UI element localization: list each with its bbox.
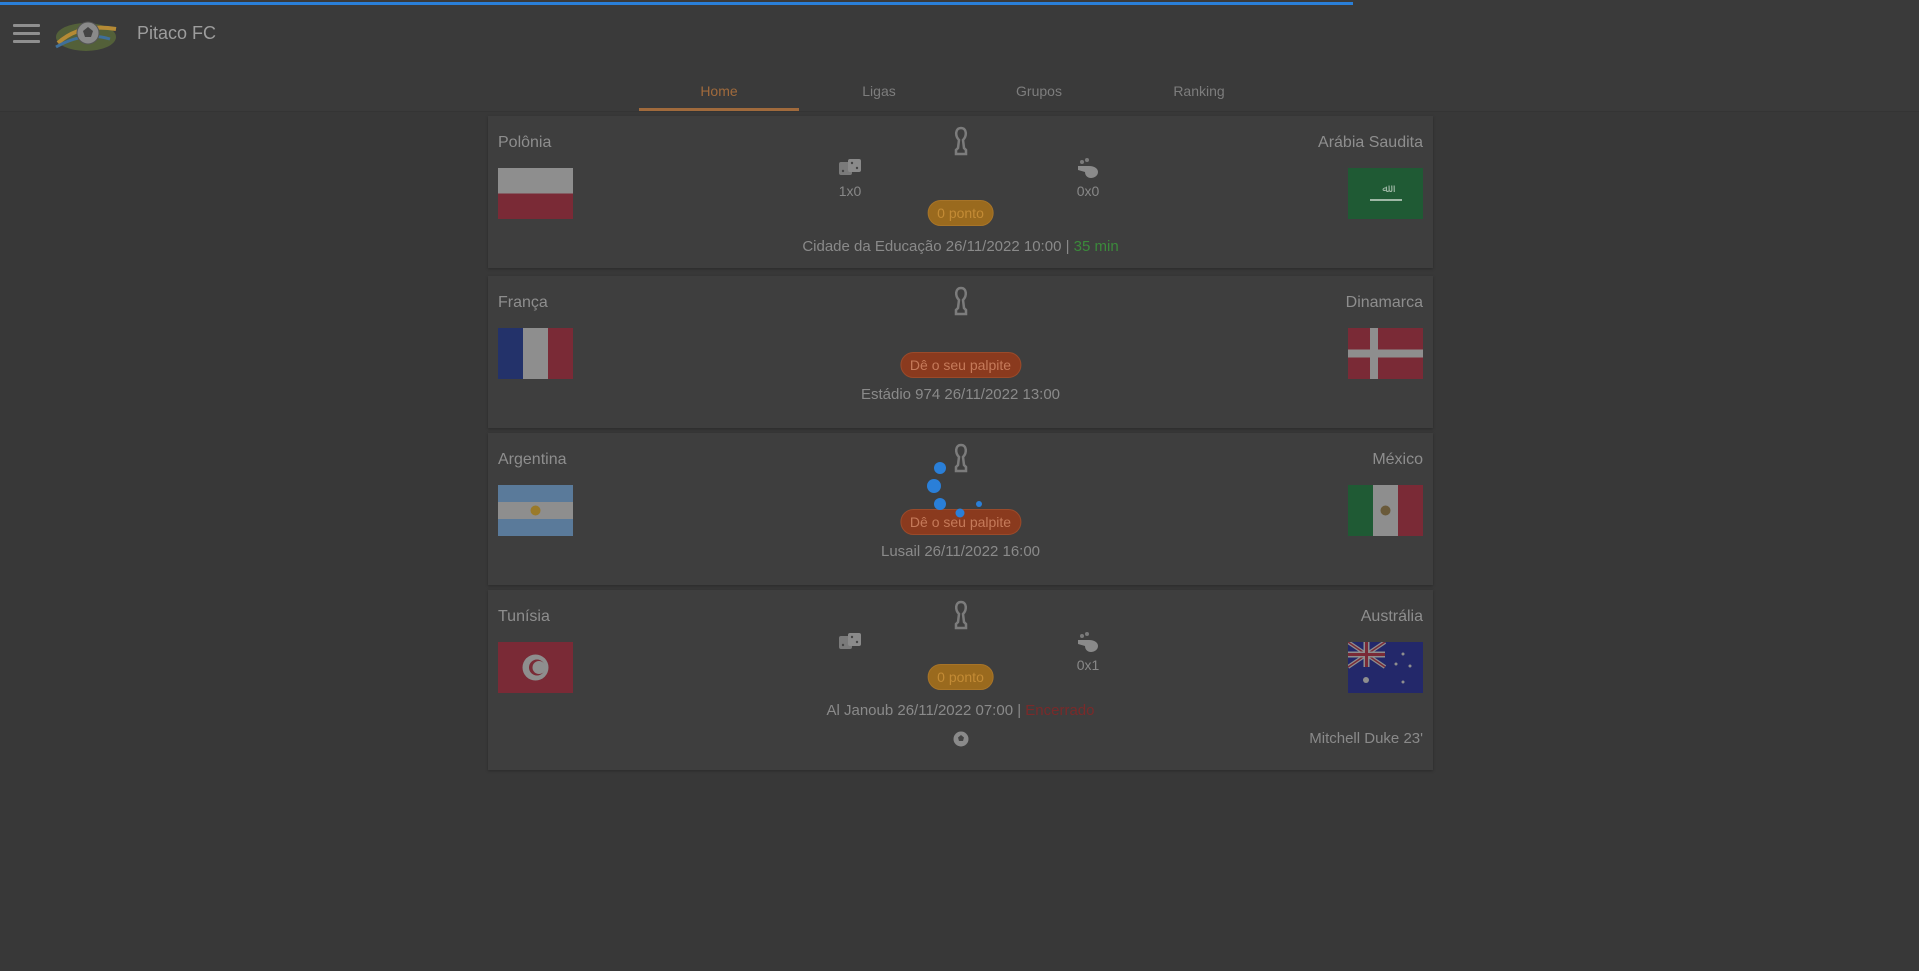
- tab-grupos[interactable]: Grupos: [959, 64, 1119, 111]
- whistle-icon: [1078, 158, 1098, 178]
- tab-ligas[interactable]: Ligas: [799, 64, 959, 111]
- main-tabs: Home Ligas Grupos Ranking: [639, 64, 1279, 111]
- match-status-live: 35 min: [1073, 238, 1119, 255]
- app-title: Pitaco FC: [137, 23, 217, 43]
- soccer-ball-icon: [953, 731, 969, 747]
- user-guess: 1x0: [820, 156, 880, 199]
- group-guess: 0x0: [1058, 156, 1118, 199]
- france-flag-icon: [498, 328, 573, 379]
- away-team-name: México: [1372, 451, 1423, 468]
- home-team-name: Tunísia: [498, 608, 550, 625]
- info-separator: |: [1013, 702, 1026, 719]
- user-guess: [820, 630, 880, 654]
- argentina-flag-icon: [498, 485, 573, 536]
- goal-scorer: Mitchell Duke 23': [1309, 730, 1423, 747]
- dice-icon: [839, 159, 861, 175]
- world-cup-trophy-icon: [954, 600, 968, 630]
- mexico-flag-icon: [1348, 485, 1423, 536]
- loading-spinner-icon: [927, 462, 982, 518]
- world-cup-trophy-icon: [954, 286, 968, 316]
- app-header: Pitaco FC Home Ligas Grupos Ranking: [0, 5, 1919, 112]
- group-guess-score: 0x0: [1076, 183, 1100, 199]
- user-guess-score: 1x0: [838, 183, 862, 199]
- hamburger-menu-icon[interactable]: [13, 24, 40, 46]
- home-team-name: França: [498, 294, 548, 311]
- venue-time: Al Janoub 26/11/2022 07:00: [826, 702, 1014, 719]
- tab-home[interactable]: Home: [639, 64, 799, 111]
- tunisia-flag-icon: [498, 642, 573, 693]
- tab-ranking[interactable]: Ranking: [1119, 64, 1279, 111]
- pitaco-logo-icon[interactable]: [50, 13, 122, 57]
- poland-flag-icon: [498, 168, 573, 219]
- match-card[interactable]: Tunísia Austrália 0x1 0 ponto Al Janoub …: [488, 590, 1433, 770]
- venue-time: Lusail 26/11/2022 16:00: [880, 543, 1041, 560]
- away-team-name: Austrália: [1360, 608, 1423, 625]
- venue-time: Estádio 974 26/11/2022 13:00: [860, 386, 1061, 403]
- whistle-icon: [1078, 632, 1098, 652]
- match-info: Estádio 974 26/11/2022 13:00: [488, 386, 1433, 403]
- make-guess-button[interactable]: Dê o seu palpite: [899, 352, 1022, 378]
- group-guess: 0x1: [1058, 630, 1118, 673]
- match-list: Polônia Arábia Saudita ﷲ 1x0 0x0 0 ponto…: [0, 112, 1919, 971]
- home-team-name: Argentina: [498, 451, 567, 468]
- away-team-name: Arábia Saudita: [1318, 134, 1423, 151]
- away-team-name: Dinamarca: [1345, 294, 1423, 311]
- match-info: Al Janoub 26/11/2022 07:00 | Encerrado: [488, 702, 1433, 719]
- group-guess-score: 0x1: [1076, 657, 1100, 673]
- home-team-name: Polônia: [498, 134, 552, 151]
- points-badge[interactable]: 0 ponto: [927, 664, 994, 690]
- match-status-ended: Encerrado: [1025, 702, 1095, 719]
- info-separator: |: [1061, 238, 1074, 255]
- dice-icon: [839, 633, 861, 649]
- denmark-flag-icon: [1348, 328, 1423, 379]
- saudi-arabia-flag-icon: ﷲ: [1348, 168, 1423, 219]
- australia-flag-icon: [1348, 642, 1423, 693]
- match-card[interactable]: Polônia Arábia Saudita ﷲ 1x0 0x0 0 ponto…: [488, 116, 1433, 268]
- venue-time: Cidade da Educação 26/11/2022 10:00: [802, 238, 1062, 255]
- match-info: Cidade da Educação 26/11/2022 10:00 | 35…: [488, 238, 1433, 255]
- world-cup-trophy-icon: [954, 126, 968, 156]
- match-info: Lusail 26/11/2022 16:00: [488, 543, 1433, 560]
- points-badge[interactable]: 0 ponto: [927, 200, 994, 226]
- match-card[interactable]: França Dinamarca Dê o seu palpite Estádi…: [488, 276, 1433, 428]
